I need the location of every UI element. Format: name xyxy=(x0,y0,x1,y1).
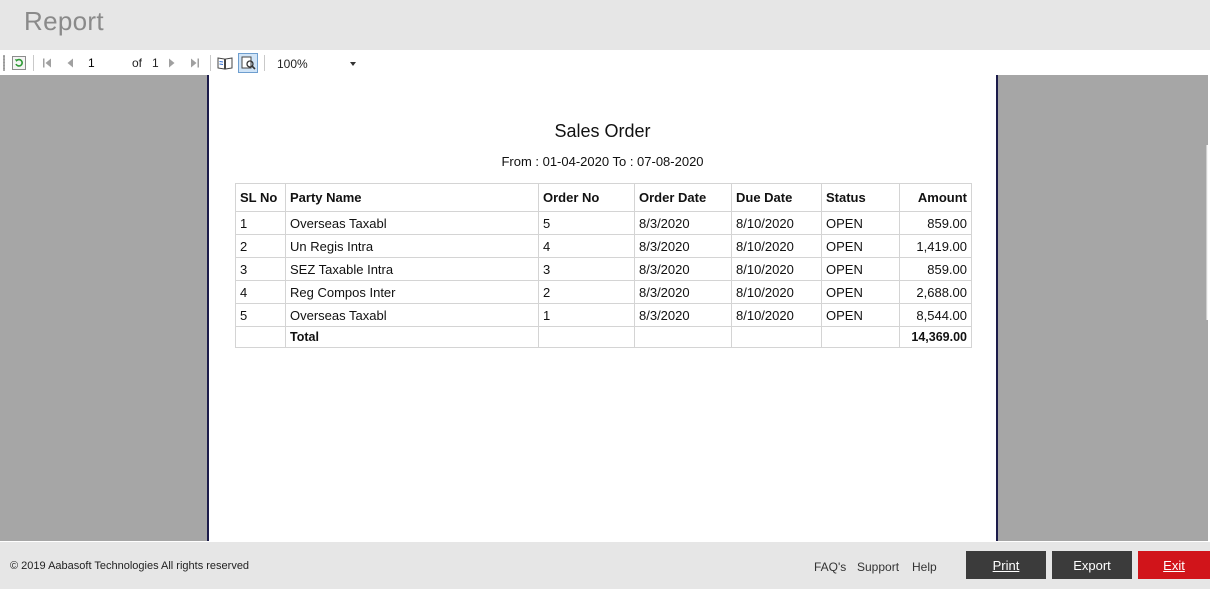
toolbar-separator xyxy=(264,55,265,71)
zoom-select[interactable]: 100% xyxy=(273,53,361,75)
support-link[interactable]: Support xyxy=(857,560,899,574)
cell-sl-no: 5 xyxy=(235,303,286,327)
cell-status: OPEN xyxy=(821,234,900,258)
column-header-party-name: Party Name xyxy=(285,183,539,212)
column-header-amount: Amount xyxy=(899,183,972,212)
cell-order-no: 2 xyxy=(538,280,635,304)
table-row: 4 Reg Compos Inter 2 8/3/2020 8/10/2020 … xyxy=(235,280,972,304)
table-row: 1 Overseas Taxabl 5 8/3/2020 8/10/2020 O… xyxy=(235,211,972,235)
exit-button[interactable]: Exit xyxy=(1138,551,1210,579)
column-header-order-date: Order Date xyxy=(634,183,732,212)
cell-sl-no: 3 xyxy=(235,257,286,281)
document-map-icon[interactable] xyxy=(215,53,235,73)
cell-amount: 859.00 xyxy=(899,211,972,235)
faq-link[interactable]: FAQ's xyxy=(814,560,846,574)
cell-due-date: 8/10/2020 xyxy=(731,257,822,281)
cell-status: OPEN xyxy=(821,257,900,281)
next-page-icon[interactable] xyxy=(162,53,182,73)
help-link[interactable]: Help xyxy=(912,560,937,574)
cell-due-date: 8/10/2020 xyxy=(731,211,822,235)
page-of-label: of xyxy=(132,56,143,70)
report-date-range: From : 01-04-2020 To : 07-08-2020 xyxy=(501,154,704,169)
cell-amount: 859.00 xyxy=(899,257,972,281)
cell-party-name: Overseas Taxabl xyxy=(285,211,539,235)
report-page: Sales Order From : 01-04-2020 To : 07-08… xyxy=(207,75,998,541)
cell-order-no: 3 xyxy=(538,257,635,281)
cell-order-date: 8/3/2020 xyxy=(634,234,732,258)
column-header-order-no: Order No xyxy=(538,183,635,212)
column-header-status: Status xyxy=(821,183,900,212)
zoom-value: 100% xyxy=(277,57,308,71)
cell-order-no: 4 xyxy=(538,234,635,258)
table-row: 3 SEZ Taxable Intra 3 8/3/2020 8/10/2020… xyxy=(235,257,972,281)
cell-amount: 8,544.00 xyxy=(899,303,972,327)
cell-order-date: 8/3/2020 xyxy=(634,303,732,327)
cell-due-date: 8/10/2020 xyxy=(731,234,822,258)
total-label: Total xyxy=(285,326,539,348)
cell-empty xyxy=(538,326,635,348)
copyright-text: © 2019 Aabasoft Technologies All rights … xyxy=(10,560,250,572)
report-title: Sales Order xyxy=(554,121,651,141)
cell-status: OPEN xyxy=(821,211,900,235)
cell-amount: 2,688.00 xyxy=(899,280,972,304)
page-number-input[interactable] xyxy=(84,54,132,71)
cell-order-date: 8/3/2020 xyxy=(634,280,732,304)
app-title: Report xyxy=(24,6,104,36)
cell-empty xyxy=(634,326,732,348)
cell-amount: 1,419.00 xyxy=(899,234,972,258)
table-header-row: SL No Party Name Order No Order Date Due… xyxy=(235,183,972,212)
cell-empty xyxy=(821,326,900,348)
cell-empty xyxy=(235,326,286,348)
column-header-due-date: Due Date xyxy=(731,183,822,212)
table-row: 2 Un Regis Intra 4 8/3/2020 8/10/2020 OP… xyxy=(235,234,972,258)
table-row: 5 Overseas Taxabl 1 8/3/2020 8/10/2020 O… xyxy=(235,303,972,327)
toolbar-separator xyxy=(33,55,34,71)
previous-page-icon[interactable] xyxy=(60,53,80,73)
cell-party-name: Un Regis Intra xyxy=(285,234,539,258)
cell-sl-no: 4 xyxy=(235,280,286,304)
cell-order-date: 8/3/2020 xyxy=(634,211,732,235)
toolbar-grip[interactable] xyxy=(3,55,5,71)
total-amount: 14,369.00 xyxy=(899,326,972,348)
last-page-icon[interactable] xyxy=(185,53,205,73)
cell-party-name: SEZ Taxable Intra xyxy=(285,257,539,281)
footer-bar: © 2019 Aabasoft Technologies All rights … xyxy=(0,542,1210,589)
first-page-icon[interactable] xyxy=(37,53,57,73)
cell-order-no: 5 xyxy=(538,211,635,235)
cell-status: OPEN xyxy=(821,280,900,304)
total-pages: 1 xyxy=(152,56,159,70)
print-preview-icon[interactable] xyxy=(238,53,258,73)
sales-order-table: SL No Party Name Order No Order Date Due… xyxy=(235,183,972,348)
title-bar: Report xyxy=(0,0,1210,50)
cell-party-name: Reg Compos Inter xyxy=(285,280,539,304)
report-toolbar: of 1 100% xyxy=(0,51,1210,75)
toolbar-separator xyxy=(210,55,211,71)
column-header-sl-no: SL No xyxy=(235,183,286,212)
cell-sl-no: 2 xyxy=(235,234,286,258)
table-total-row: Total 14,369.00 xyxy=(235,326,972,348)
print-button[interactable]: Print xyxy=(966,551,1046,579)
cell-order-no: 1 xyxy=(538,303,635,327)
refresh-icon[interactable] xyxy=(9,53,29,73)
cell-order-date: 8/3/2020 xyxy=(634,257,732,281)
export-button[interactable]: Export xyxy=(1052,551,1132,579)
cell-empty xyxy=(731,326,822,348)
cell-status: OPEN xyxy=(821,303,900,327)
cell-due-date: 8/10/2020 xyxy=(731,280,822,304)
chevron-down-icon xyxy=(350,62,356,66)
cell-sl-no: 1 xyxy=(235,211,286,235)
cell-party-name: Overseas Taxabl xyxy=(285,303,539,327)
cell-due-date: 8/10/2020 xyxy=(731,303,822,327)
viewer-scrollbar[interactable] xyxy=(1206,145,1208,320)
report-viewer[interactable]: Sales Order From : 01-04-2020 To : 07-08… xyxy=(0,75,1208,541)
